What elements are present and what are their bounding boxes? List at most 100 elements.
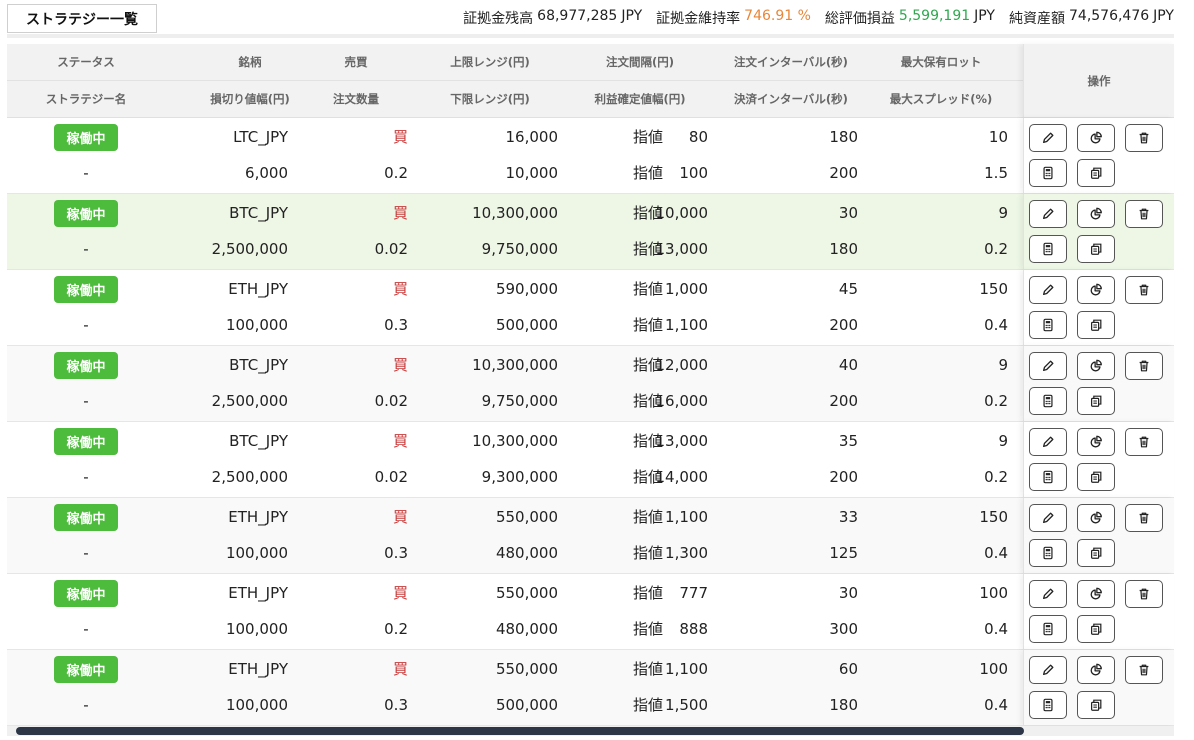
- profit-width: 1,500: [665, 696, 708, 714]
- max-spread: 0.4: [984, 620, 1008, 638]
- edit-button[interactable]: [1029, 580, 1067, 608]
- edit-button[interactable]: [1029, 428, 1067, 456]
- copy-icon: [1089, 622, 1103, 636]
- stop-width: 2,500,000: [211, 392, 288, 410]
- upper-range: 10,300,000: [472, 204, 558, 222]
- edit-button[interactable]: [1029, 656, 1067, 684]
- order-interval-sec: 30: [838, 204, 858, 222]
- pencil-icon: [1041, 435, 1055, 449]
- copy-button[interactable]: [1077, 615, 1115, 643]
- row-actions: [1023, 574, 1174, 649]
- order-interval-sec: 60: [838, 660, 858, 678]
- pie-chart-icon: [1089, 435, 1103, 449]
- delete-button[interactable]: [1125, 200, 1163, 228]
- table-row[interactable]: 稼働中 - BTC_JPY 2,500,000 買 0.02 10,300,000 9,750…: [7, 194, 1174, 270]
- order-interval-sec: 33: [838, 508, 858, 526]
- delete-button[interactable]: [1125, 428, 1163, 456]
- table-row[interactable]: 稼働中 - LTC_JPY 6,000 買 0.2 16,000 10,000 指値 80 指値 10…: [7, 118, 1174, 194]
- quantity: 0.2: [384, 164, 408, 182]
- calculator-button[interactable]: [1029, 159, 1067, 187]
- calculator-button[interactable]: [1029, 615, 1067, 643]
- delete-button[interactable]: [1125, 580, 1163, 608]
- upper-range: 590,000: [495, 280, 558, 298]
- lower-range: 9,750,000: [481, 240, 558, 258]
- pencil-icon: [1041, 359, 1055, 373]
- chart-button[interactable]: [1077, 352, 1115, 380]
- delete-button[interactable]: [1125, 656, 1163, 684]
- edit-button[interactable]: [1029, 200, 1067, 228]
- symbol: LTC_JPY: [233, 128, 288, 146]
- chart-button[interactable]: [1077, 428, 1115, 456]
- pie-chart-icon: [1089, 131, 1103, 145]
- quantity: 0.3: [384, 544, 408, 562]
- chart-button[interactable]: [1077, 124, 1115, 152]
- order-interval: 1,100: [665, 508, 708, 526]
- delete-button[interactable]: [1125, 504, 1163, 532]
- margin-ratio-label: 証拠金維持率: [656, 11, 741, 27]
- max-spread: 0.2: [984, 468, 1008, 486]
- strategy-name: -: [83, 544, 89, 562]
- lower-range: 9,750,000: [481, 392, 558, 410]
- settle-interval-sec: 180: [829, 696, 858, 714]
- header-max-spread: 最大スプレッド(%): [889, 92, 993, 106]
- delete-button[interactable]: [1125, 276, 1163, 304]
- calculator-button[interactable]: [1029, 235, 1067, 263]
- calculator-button[interactable]: [1029, 463, 1067, 491]
- copy-button[interactable]: [1077, 311, 1115, 339]
- tab-strategy-list[interactable]: ストラテジー一覧: [7, 4, 157, 33]
- edit-button[interactable]: [1029, 124, 1067, 152]
- edit-button[interactable]: [1029, 276, 1067, 304]
- horizontal-scrollbar-thumb[interactable]: [16, 727, 1024, 735]
- max-lot: 9: [998, 432, 1008, 450]
- max-spread: 1.5: [984, 164, 1008, 182]
- table-row[interactable]: 稼働中 - ETH_JPY 100,000 買 0.3 590,000 500,000 指値 1,…: [7, 270, 1174, 346]
- pencil-icon: [1041, 131, 1055, 145]
- chart-button[interactable]: [1077, 580, 1115, 608]
- edit-button[interactable]: [1029, 504, 1067, 532]
- calculator-button[interactable]: [1029, 387, 1067, 415]
- order-interval-sec: 40: [838, 356, 858, 374]
- profit-width: 1,300: [665, 544, 708, 562]
- side: 買: [392, 280, 408, 298]
- profit-width: 16,000: [655, 392, 709, 410]
- chart-button[interactable]: [1077, 656, 1115, 684]
- edit-button[interactable]: [1029, 352, 1067, 380]
- pnl-value: 5,599,191: [898, 8, 971, 24]
- table-row[interactable]: 稼働中 - ETH_JPY 100,000 買 0.3 550,000 500,000 指値 1,…: [7, 650, 1174, 726]
- delete-button[interactable]: [1125, 124, 1163, 152]
- side: 買: [392, 660, 408, 678]
- table-row[interactable]: 稼働中 - ETH_JPY 100,000 買 0.3 550,000 480,000 指値 1,…: [7, 498, 1174, 574]
- row-actions: [1023, 118, 1174, 193]
- copy-button[interactable]: [1077, 691, 1115, 719]
- header-lower: 下限レンジ(円): [450, 92, 530, 106]
- copy-button[interactable]: [1077, 235, 1115, 263]
- upper-range: 550,000: [495, 508, 558, 526]
- copy-icon: [1089, 394, 1103, 408]
- table-row[interactable]: 稼働中 - BTC_JPY 2,500,000 買 0.02 10,300,000 9,750…: [7, 346, 1174, 422]
- status-badge: 稼働中: [54, 428, 118, 455]
- side: 買: [392, 508, 408, 526]
- quantity: 0.3: [384, 316, 408, 334]
- calculator-button[interactable]: [1029, 311, 1067, 339]
- table-row[interactable]: 稼働中 - ETH_JPY 100,000 買 0.2 550,000 480,000 指値 77…: [7, 574, 1174, 650]
- chart-button[interactable]: [1077, 276, 1115, 304]
- order-interval: 12,000: [655, 356, 709, 374]
- calculator-button[interactable]: [1029, 539, 1067, 567]
- quantity: 0.02: [374, 468, 408, 486]
- copy-button[interactable]: [1077, 159, 1115, 187]
- delete-button[interactable]: [1125, 352, 1163, 380]
- max-lot: 9: [998, 204, 1008, 222]
- stop-width: 6,000: [245, 164, 288, 182]
- upper-range: 550,000: [495, 584, 558, 602]
- table-row[interactable]: 稼働中 - BTC_JPY 2,500,000 買 0.02 10,300,000 9,300…: [7, 422, 1174, 498]
- status-badge: 稼働中: [54, 200, 118, 227]
- calculator-button[interactable]: [1029, 691, 1067, 719]
- stop-width: 100,000: [225, 620, 288, 638]
- chart-button[interactable]: [1077, 504, 1115, 532]
- copy-button[interactable]: [1077, 387, 1115, 415]
- copy-button[interactable]: [1077, 463, 1115, 491]
- stop-width: 2,500,000: [211, 240, 288, 258]
- trash-icon: [1137, 511, 1151, 525]
- chart-button[interactable]: [1077, 200, 1115, 228]
- copy-button[interactable]: [1077, 539, 1115, 567]
